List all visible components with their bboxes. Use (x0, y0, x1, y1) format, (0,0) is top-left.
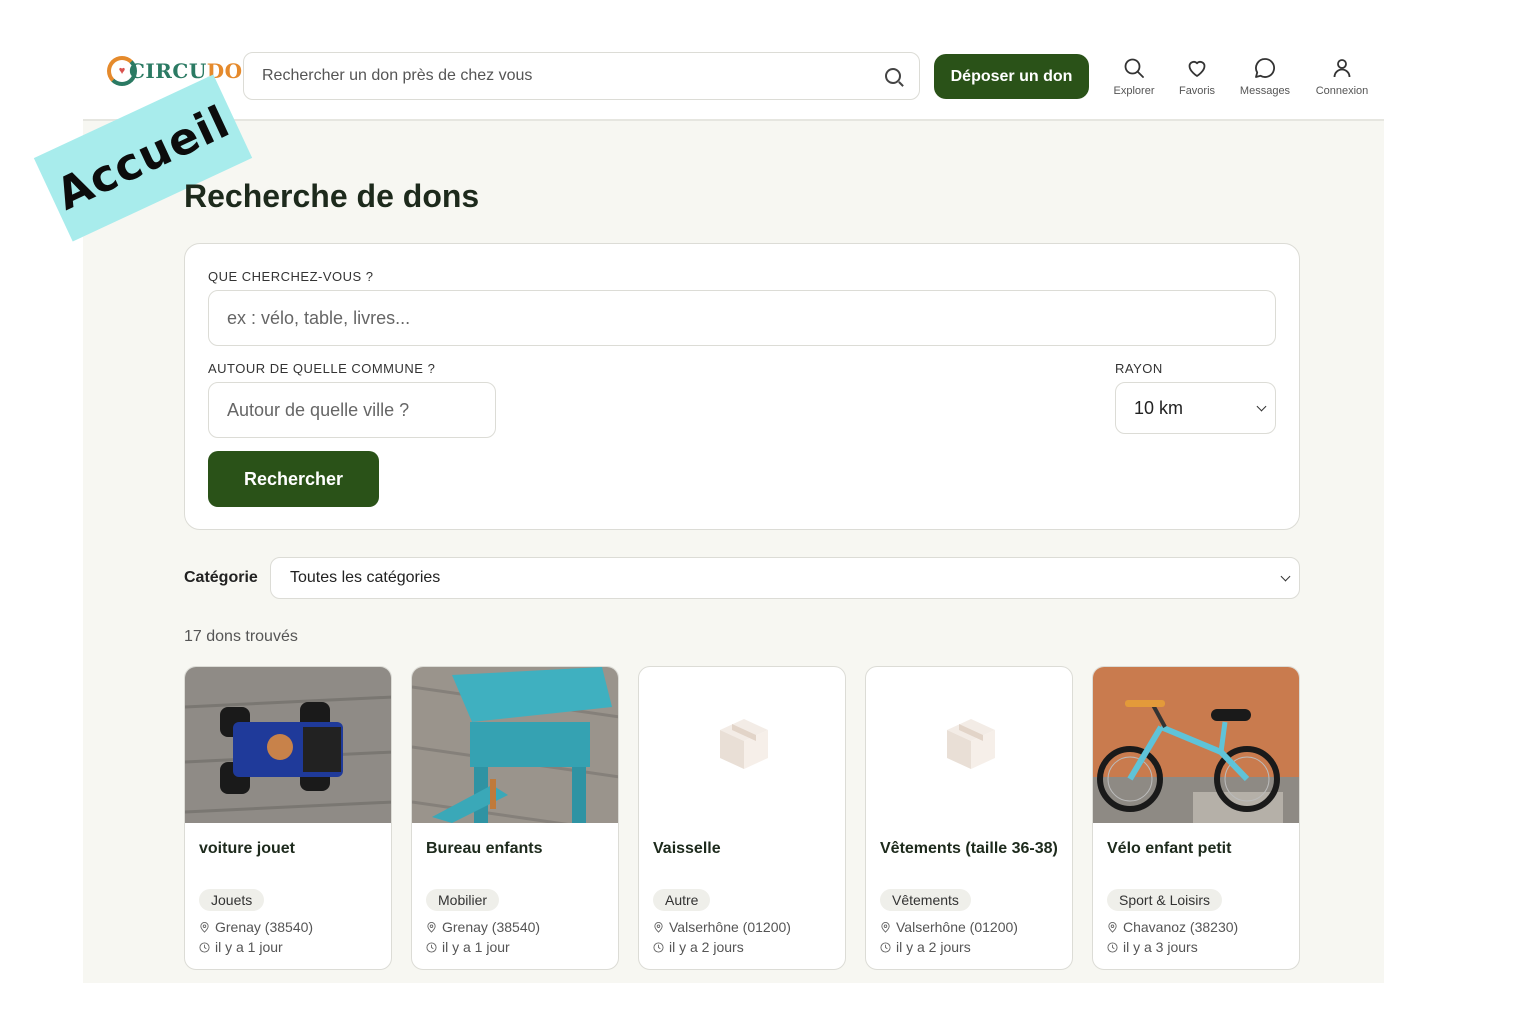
card-title: voiture jouet (199, 840, 296, 857)
blue-desk-photo (412, 667, 618, 823)
search-icon[interactable] (885, 68, 901, 84)
heart-icon (1188, 60, 1206, 77)
card-title: Vêtements (taille 36-38) (880, 840, 1058, 857)
card-time-text: il y a 2 jours (896, 939, 971, 955)
location-pin-icon (1108, 921, 1117, 933)
card-time: il y a 3 jours (1107, 939, 1198, 955)
logo-wordmark: CIRCUDON (129, 59, 262, 83)
location-pin-icon (654, 921, 663, 933)
clock-icon (880, 941, 891, 953)
category-badge: Vêtements (880, 889, 971, 911)
clock-icon (199, 941, 210, 953)
header-search-bar[interactable] (243, 52, 920, 100)
location-pin-icon (881, 921, 890, 933)
nav-messages-label: Messages (1239, 85, 1291, 97)
chat-icon (1255, 58, 1275, 78)
card-time: il y a 1 jour (426, 939, 510, 955)
user-icon (1333, 59, 1351, 78)
circudon-logo[interactable]: ♥ CIRCUDON (107, 55, 261, 87)
card-location-text: Grenay (38540) (442, 919, 541, 935)
nav-favorites[interactable]: Favoris (1162, 56, 1232, 97)
card-time-text: il y a 1 jour (215, 939, 283, 955)
chevron-down-icon (1256, 401, 1267, 411)
where-label: AUTOUR DE QUELLE COMMUNE ? (208, 361, 436, 376)
card-location-text: Valserhône (01200) (669, 919, 791, 935)
radius-value: 10 km (1134, 397, 1184, 418)
clock-icon (426, 941, 437, 953)
box-placeholder-icon (947, 719, 995, 769)
what-field[interactable] (208, 290, 1276, 346)
what-label: QUE CHERCHEZ-VOUS ? (208, 269, 374, 284)
location-pin-icon (200, 921, 209, 933)
donation-card[interactable]: Vélo enfant petit Sport & Loisirs Chavan… (1092, 666, 1300, 970)
search-submit-button[interactable]: Rechercher (208, 451, 379, 507)
donation-card[interactable]: Bureau enfants Mobilier Grenay (38540) i… (411, 666, 619, 970)
card-title: Vélo enfant petit (1107, 840, 1232, 857)
radius-select[interactable]: 10 km (1115, 382, 1276, 434)
page-title: Recherche de dons (184, 178, 480, 214)
toy-car-photo (185, 667, 391, 823)
donation-card[interactable]: Vaisselle Autre Valserhône (01200) il y … (638, 666, 846, 970)
nav-favorites-label: Favoris (1178, 85, 1216, 97)
box-placeholder-icon (720, 719, 768, 769)
kids-bike-photo (1093, 667, 1299, 823)
card-title: Vaisselle (653, 840, 721, 857)
top-navigation-bar: ♥ CIRCUDON Déposer un don Explorer Favor… (83, 28, 1384, 121)
category-badge: Mobilier (426, 889, 500, 911)
nav-explore-label: Explorer (1113, 85, 1155, 97)
card-time: il y a 2 jours (653, 939, 744, 955)
card-time-text: il y a 2 jours (669, 939, 744, 955)
clock-icon (653, 941, 664, 953)
header-search-input[interactable] (262, 67, 885, 85)
category-badge: Jouets (199, 889, 265, 911)
card-location-text: Grenay (38540) (215, 919, 314, 935)
category-badge: Sport & Loisirs (1107, 889, 1223, 911)
card-location: Valserhône (01200) (653, 919, 791, 935)
card-location-text: Valserhône (01200) (896, 919, 1018, 935)
category-value: Toutes les catégories (290, 569, 441, 586)
card-location: Valserhône (01200) (880, 919, 1018, 935)
donation-card[interactable]: voiture jouet Jouets Grenay (38540) il y… (184, 666, 392, 970)
category-label: Catégorie (184, 569, 258, 586)
category-select[interactable]: Toutes les catégories (270, 557, 1300, 599)
search-icon (1124, 58, 1144, 78)
search-form-panel: QUE CHERCHEZ-VOUS ? AUTOUR DE QUELLE COM… (184, 243, 1300, 530)
card-location-text: Chavanoz (38230) (1123, 919, 1239, 935)
nav-messages[interactable]: Messages (1230, 56, 1300, 97)
nav-login[interactable]: Connexion (1307, 56, 1377, 97)
card-location: Grenay (38540) (426, 919, 540, 935)
results-count: 17 dons trouvés (184, 628, 298, 645)
donation-card[interactable]: Vêtements (taille 36-38) Vêtements Valse… (865, 666, 1073, 970)
card-title: Bureau enfants (426, 840, 543, 857)
logo-ring-icon: ♥ (107, 56, 137, 86)
where-field[interactable] (208, 382, 496, 438)
nav-login-label: Connexion (1315, 85, 1369, 97)
where-input[interactable] (227, 399, 477, 421)
nav-explore[interactable]: Explorer (1099, 56, 1169, 97)
card-time-text: il y a 1 jour (442, 939, 510, 955)
chevron-down-icon (1280, 571, 1291, 581)
card-location: Chavanoz (38230) (1107, 919, 1238, 935)
donate-button[interactable]: Déposer un don (934, 54, 1089, 99)
category-badge: Autre (653, 889, 711, 911)
card-time-text: il y a 3 jours (1123, 939, 1198, 955)
clock-icon (1107, 941, 1118, 953)
card-time: il y a 2 jours (880, 939, 971, 955)
location-pin-icon (427, 921, 436, 933)
radius-label: RAYON (1115, 361, 1163, 376)
card-time: il y a 1 jour (199, 939, 283, 955)
card-location: Grenay (38540) (199, 919, 313, 935)
what-input[interactable] (227, 307, 1257, 329)
